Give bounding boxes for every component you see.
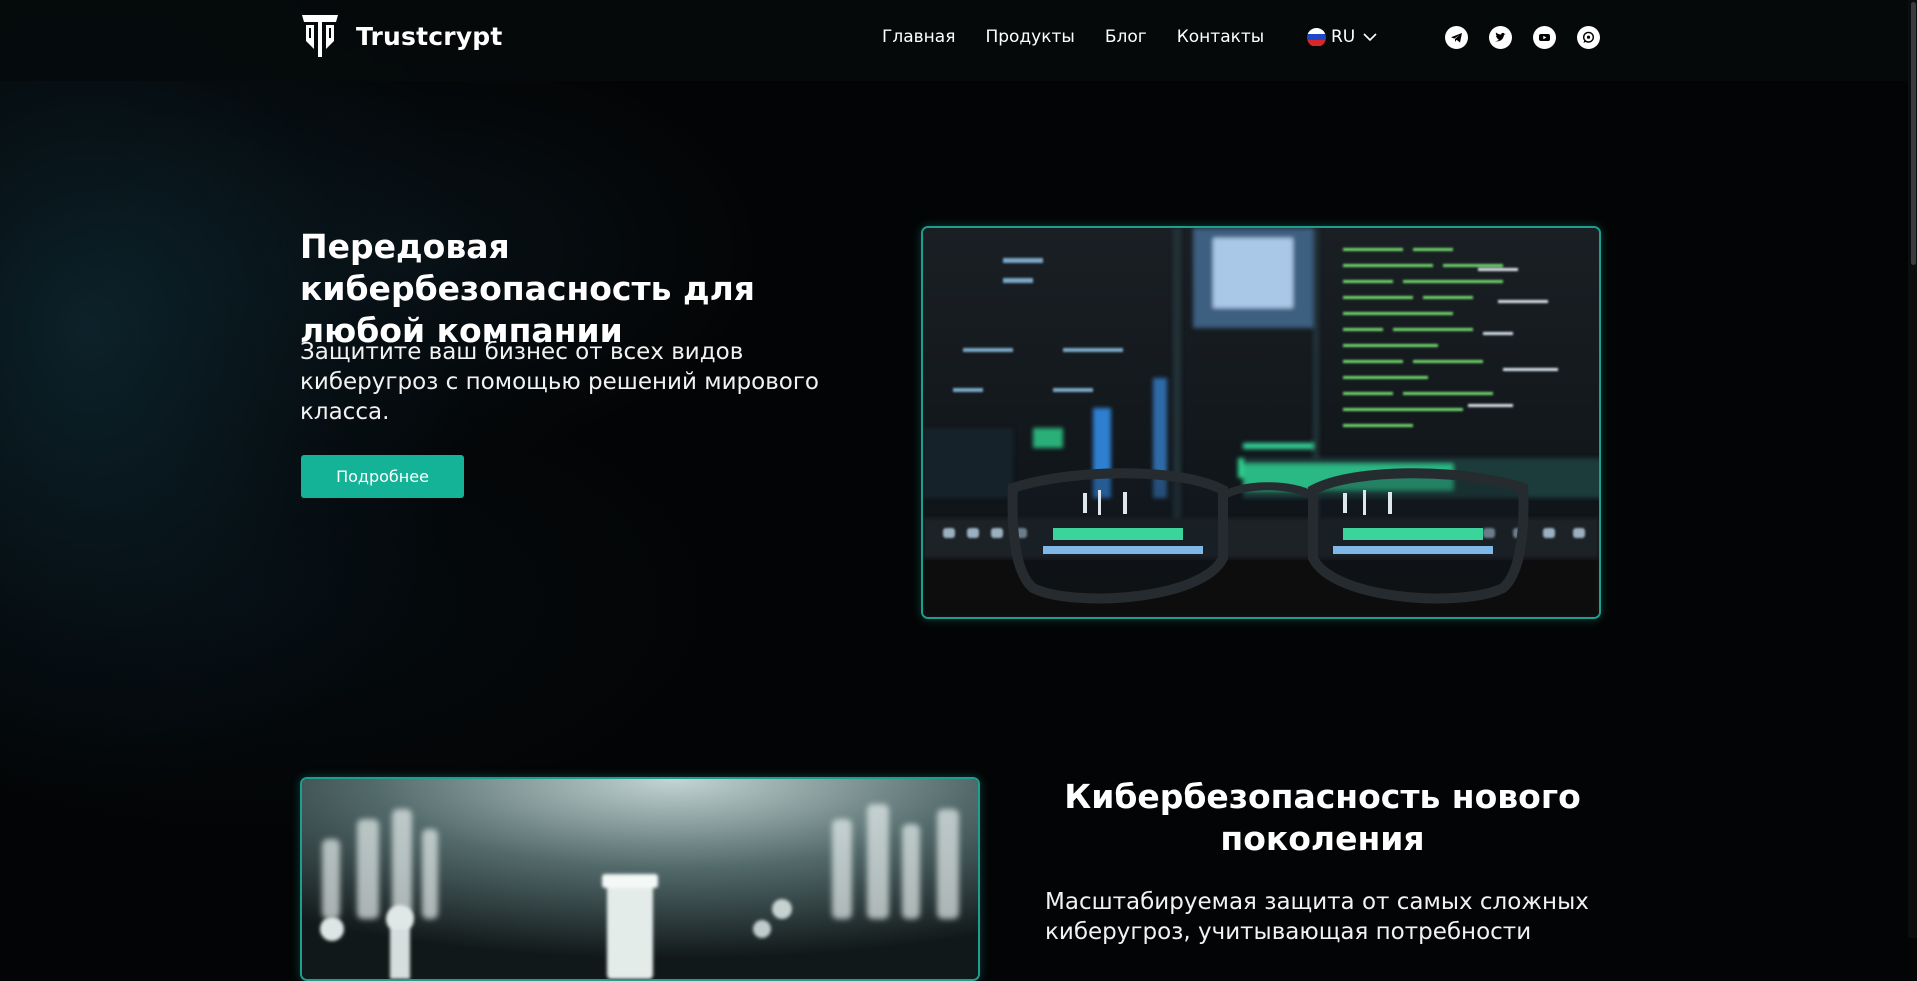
chevron-down-icon (1363, 32, 1377, 41)
section-title: Кибербезопасность нового поколения (1064, 777, 1581, 858)
hero-image-code-glasses (921, 226, 1601, 619)
language-code: RU (1331, 27, 1356, 47)
hero-subtitle: Защитите ваш бизнес от всех видов киберу… (300, 339, 820, 425)
youtube-icon[interactable] (1533, 26, 1556, 49)
nav-item-contacts[interactable]: Контакты (1177, 27, 1265, 47)
twitter-icon[interactable] (1489, 26, 1512, 49)
language-selector[interactable]: RU (1307, 27, 1377, 47)
whatsapp-icon[interactable] (1577, 26, 1600, 49)
brand-name: Trustcrypt (356, 21, 503, 51)
section-text: Масштабируемая защита от самых сложных к… (1045, 889, 1589, 945)
logo-link[interactable]: Trustcrypt (300, 13, 503, 59)
hero-title: Передовая кибербезопасность для любой ко… (300, 227, 755, 350)
nav-item-products[interactable]: Продукты (985, 27, 1074, 47)
social-links (1445, 26, 1621, 49)
scrollbar-thumb[interactable] (1911, 2, 1916, 265)
nav-item-home[interactable]: Главная (882, 27, 955, 47)
telegram-icon[interactable] (1445, 26, 1468, 49)
section-image-chess (300, 777, 980, 981)
learn-more-button[interactable]: Подробнее (301, 455, 464, 498)
site-header: Trustcrypt Главная Продукты Блог Контакт… (0, 0, 1917, 81)
trustcrypt-logo-icon (302, 15, 338, 57)
main-nav: Главная Продукты Блог Контакты (882, 27, 1294, 47)
nav-item-blog[interactable]: Блог (1105, 27, 1147, 47)
russia-flag-icon (1307, 27, 1326, 47)
